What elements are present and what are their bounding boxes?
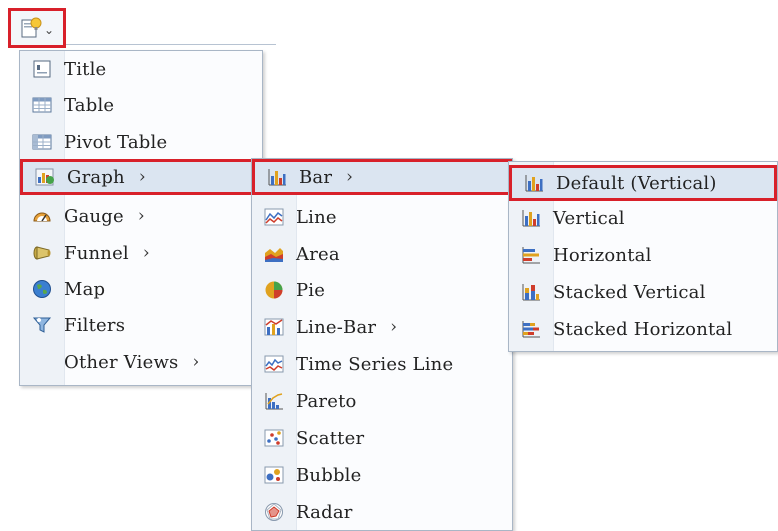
table-icon — [20, 94, 64, 116]
filters-icon — [20, 314, 64, 336]
bar-menu-item-vertical[interactable]: Vertical — [509, 200, 777, 236]
main-menu-item-label: Map — [64, 278, 106, 300]
graph-menu-item-label: Pie — [296, 279, 326, 301]
main-menu-item-table[interactable]: Table — [20, 87, 262, 123]
main-menu-item-filters[interactable]: Filters — [20, 307, 262, 343]
main-menu-item-gauge[interactable]: Gauge › — [20, 198, 262, 234]
title-icon — [20, 58, 64, 80]
graph-menu-item-label: Line — [296, 206, 337, 228]
graph-menu-item-line-bar[interactable]: Line-Bar › — [252, 309, 512, 345]
toolbar-divider — [66, 44, 276, 45]
gauge-icon — [20, 205, 64, 227]
graph-menu-item-bar[interactable]: Bar › — [252, 159, 512, 195]
radar-chart-icon — [252, 501, 296, 523]
graph-icon — [23, 166, 67, 188]
bar-menu-item-label: Vertical — [553, 207, 625, 229]
bar-vertical-icon — [512, 172, 556, 194]
graph-menu-item-bubble[interactable]: Bubble — [252, 457, 512, 493]
new-view-button[interactable]: ⌄ — [8, 8, 66, 48]
graph-menu-item-label: Radar — [296, 501, 353, 523]
chevron-right-icon: › — [142, 243, 150, 263]
bubble-chart-icon — [252, 464, 296, 486]
main-menu-item-other-views[interactable]: Other Views › — [20, 344, 262, 380]
map-icon — [20, 278, 64, 300]
line-chart-icon — [252, 206, 296, 228]
main-menu-item-label: Other Views — [64, 351, 179, 373]
graph-menu-item-pie[interactable]: Pie — [252, 272, 512, 308]
graph-menu-item-time-series-line[interactable]: Time Series Line — [252, 346, 512, 382]
graph-menu-item-pareto[interactable]: Pareto — [252, 383, 512, 419]
graph-menu-item-area[interactable]: Area — [252, 236, 512, 272]
scatter-chart-icon — [252, 427, 296, 449]
chevron-right-icon: › — [346, 167, 353, 187]
area-chart-icon — [252, 243, 296, 265]
graph-menu-item-label: Area — [296, 243, 340, 265]
chevron-right-icon: › — [137, 206, 145, 226]
chevron-right-icon: › — [390, 317, 398, 337]
new-view-menu: Title Table Pivot Table Graph › Gauge › Funnel ›… — [19, 50, 263, 386]
bar-menu-item-label: Stacked Horizontal — [553, 318, 733, 340]
bar-menu-item-horizontal[interactable]: Horizontal — [509, 237, 777, 273]
main-menu-item-funnel[interactable]: Funnel › — [20, 235, 262, 271]
main-menu-item-label: Graph — [67, 166, 125, 188]
main-menu-item-label: Pivot Table — [64, 131, 168, 153]
graph-menu-item-label: Bubble — [296, 464, 362, 486]
main-menu-item-label: Gauge — [64, 205, 124, 227]
main-menu-item-label: Funnel — [64, 242, 129, 264]
graph-menu-item-label: Pareto — [296, 390, 357, 412]
bar-menu-item-default-vertical[interactable]: Default (Vertical) — [509, 165, 777, 201]
main-menu-item-label: Filters — [64, 314, 126, 336]
bar-submenu: Default (Vertical) Vertical Horizontal Stac… — [508, 161, 778, 352]
graph-menu-item-label: Line-Bar — [296, 316, 377, 338]
graph-submenu: Bar › Line Area Pie Line-Bar › Time Series Line… — [251, 158, 513, 531]
bar-menu-item-stacked-horizontal[interactable]: Stacked Horizontal — [509, 311, 777, 347]
bar-menu-item-label: Default (Vertical) — [556, 172, 717, 194]
chevron-down-icon: ⌄ — [43, 23, 55, 37]
main-menu-item-graph[interactable]: Graph › — [20, 159, 262, 195]
time-series-icon — [252, 353, 296, 375]
main-menu-item-pivot-table[interactable]: Pivot Table — [20, 124, 262, 160]
graph-menu-item-radar[interactable]: Radar — [252, 494, 512, 530]
pie-chart-icon — [252, 279, 296, 301]
chevron-right-icon: › — [192, 352, 200, 372]
main-menu-item-label: Table — [64, 94, 115, 116]
main-menu-item-map[interactable]: Map — [20, 271, 262, 307]
stacked-vertical-icon — [509, 281, 553, 303]
bar-vertical-icon — [509, 207, 553, 229]
bar-menu-item-label: Horizontal — [553, 244, 652, 266]
bar-menu-item-label: Stacked Vertical — [553, 281, 706, 303]
line-bar-chart-icon — [252, 316, 296, 338]
bar-chart-icon — [255, 166, 299, 188]
stacked-horizontal-icon — [509, 318, 553, 340]
graph-menu-item-label: Scatter — [296, 427, 365, 449]
main-menu-item-label: Title — [64, 58, 107, 80]
new-view-icon — [20, 17, 42, 39]
pivot-table-icon — [20, 131, 64, 153]
graph-menu-item-label: Bar — [299, 166, 333, 188]
main-menu-item-title[interactable]: Title — [20, 51, 262, 87]
chevron-right-icon: › — [138, 167, 146, 187]
funnel-icon — [20, 242, 64, 264]
graph-menu-item-label: Time Series Line — [296, 353, 454, 375]
bar-horizontal-icon — [509, 244, 553, 266]
graph-menu-item-line[interactable]: Line — [252, 199, 512, 235]
pareto-chart-icon — [252, 390, 296, 412]
bar-menu-item-stacked-vertical[interactable]: Stacked Vertical — [509, 274, 777, 310]
graph-menu-item-scatter[interactable]: Scatter — [252, 420, 512, 456]
